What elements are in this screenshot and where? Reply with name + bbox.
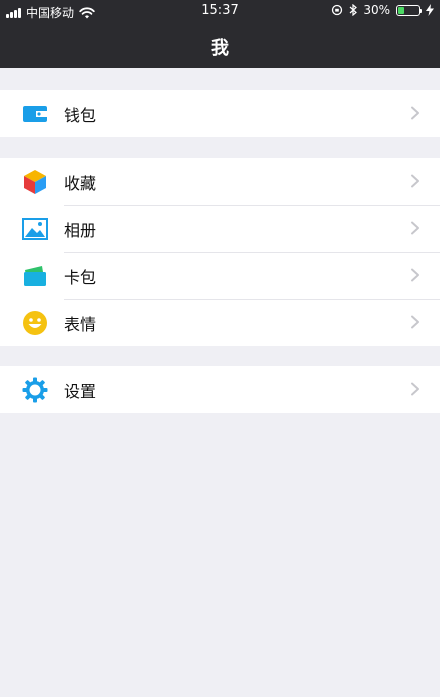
- menu-item-settings[interactable]: 设置: [0, 366, 440, 413]
- me-screen: 中国移动 15:37 30% 我 钱包 收藏 相册 卡包 表情 设置: [0, 0, 440, 697]
- wallet-icon: [22, 101, 48, 127]
- battery-icon: [396, 4, 422, 16]
- menu-item-album[interactable]: 相册: [0, 205, 440, 252]
- photo-album-icon: [22, 216, 48, 242]
- settings-gear-icon: [22, 377, 48, 403]
- menu-item-stickers[interactable]: 表情: [0, 299, 440, 346]
- menu-item-label: 卡包: [64, 267, 97, 287]
- chevron-right-icon: [411, 106, 419, 120]
- page-title: 我: [211, 38, 229, 59]
- menu-item-label: 收藏: [64, 173, 97, 193]
- chevron-right-icon: [411, 382, 419, 396]
- menu-item-label: 表情: [64, 314, 97, 334]
- menu-item-label: 钱包: [64, 105, 97, 125]
- emoji-smile-icon: [22, 310, 48, 336]
- chevron-right-icon: [411, 221, 419, 235]
- chevron-right-icon: [411, 268, 419, 282]
- chevron-right-icon: [411, 315, 419, 329]
- chevron-right-icon: [411, 174, 419, 188]
- menu-item-card-pack[interactable]: 卡包: [0, 252, 440, 299]
- battery-percent: 30%: [363, 3, 390, 17]
- status-bar: 中国移动 15:37 30%: [0, 0, 440, 22]
- settings-group: 设置: [0, 366, 440, 413]
- header: 中国移动 15:37 30% 我: [0, 0, 440, 68]
- favorites-cube-icon: [22, 169, 48, 195]
- orientation-lock-icon: [332, 4, 343, 16]
- menu-item-label: 相册: [64, 220, 97, 240]
- bluetooth-icon: [349, 4, 358, 16]
- menu-item-label: 设置: [64, 381, 97, 401]
- charging-bolt-icon: [426, 4, 434, 16]
- collections-group: 收藏 相册 卡包 表情: [0, 158, 440, 346]
- menu-item-favorites[interactable]: 收藏: [0, 158, 440, 205]
- menu-item-wallet[interactable]: 钱包: [0, 90, 440, 137]
- wallet-group: 钱包: [0, 90, 440, 137]
- card-pack-icon: [22, 263, 48, 289]
